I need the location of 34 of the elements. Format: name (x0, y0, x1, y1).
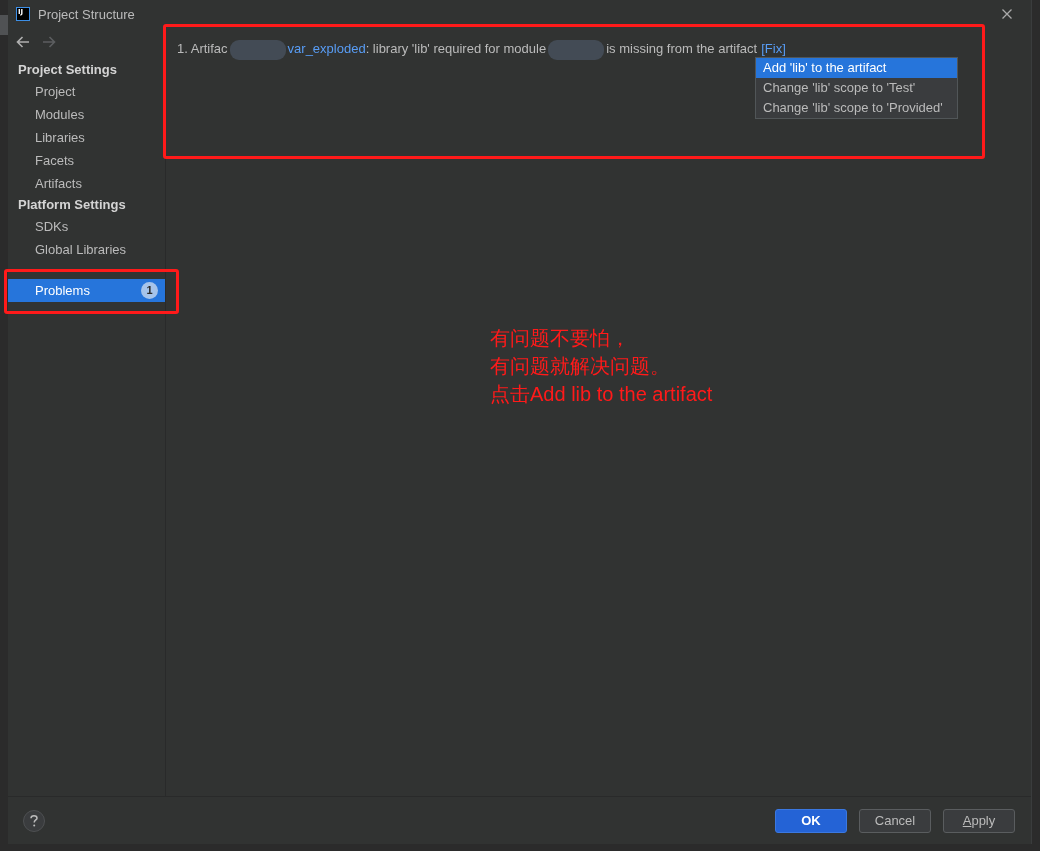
help-icon (30, 814, 38, 827)
sidebar-item[interactable]: SDKs (8, 215, 165, 238)
fix-menu-item[interactable]: Change 'lib' scope to 'Provided' (756, 98, 957, 118)
back-button[interactable] (16, 36, 30, 48)
sidebar-heading: Platform Settings (17, 196, 127, 214)
blurred-redaction (229, 40, 286, 60)
blurred-redaction (548, 40, 605, 60)
scrollbar-thumb (0, 15, 8, 35)
artifact-link[interactable]: var_exploded (287, 41, 366, 57)
sidebar-item[interactable]: Libraries (8, 126, 165, 149)
fix-menu-item[interactable]: Change 'lib' scope to 'Test' (756, 78, 957, 98)
annotation-text: 有问题不要怕， (490, 326, 631, 351)
sidebar-item[interactable]: Artifacts (8, 172, 165, 195)
annotation-text: 有问题就解决问题。 (490, 354, 671, 379)
sidebar-item[interactable]: Facets (8, 149, 165, 172)
sidebar-item[interactable]: Project (8, 80, 165, 103)
sidebar-item[interactable]: Global Libraries (8, 238, 165, 261)
count-badge: 1 (141, 282, 158, 299)
fix-link[interactable]: [Fix] (761, 41, 786, 57)
back-arrow-icon (16, 36, 30, 48)
sidebar-heading: Project Settings (17, 61, 118, 79)
ok-button[interactable]: OK (775, 808, 847, 833)
sidebar-item[interactable]: Problems 1 (8, 279, 165, 302)
sidebar-item[interactable]: Modules (8, 103, 165, 126)
window-title: Project Structure (38, 6, 135, 22)
dialog-button[interactable]: Apply (943, 808, 1015, 833)
problem-message: 1. Artifac var_exploded: library 'lib' required for module is missing from the artifact [Fix] (177, 40, 1020, 60)
forward-arrow-icon (42, 36, 56, 48)
dialog-button[interactable]: Cancel (859, 808, 931, 833)
close-icon (1002, 9, 1012, 19)
close-button[interactable] (1002, 9, 1012, 19)
help-button[interactable] (23, 809, 45, 832)
fix-menu-item[interactable]: Add 'lib' to the artifact (756, 58, 957, 78)
annotation-text: 点击Add lib to the artifact (490, 382, 713, 407)
